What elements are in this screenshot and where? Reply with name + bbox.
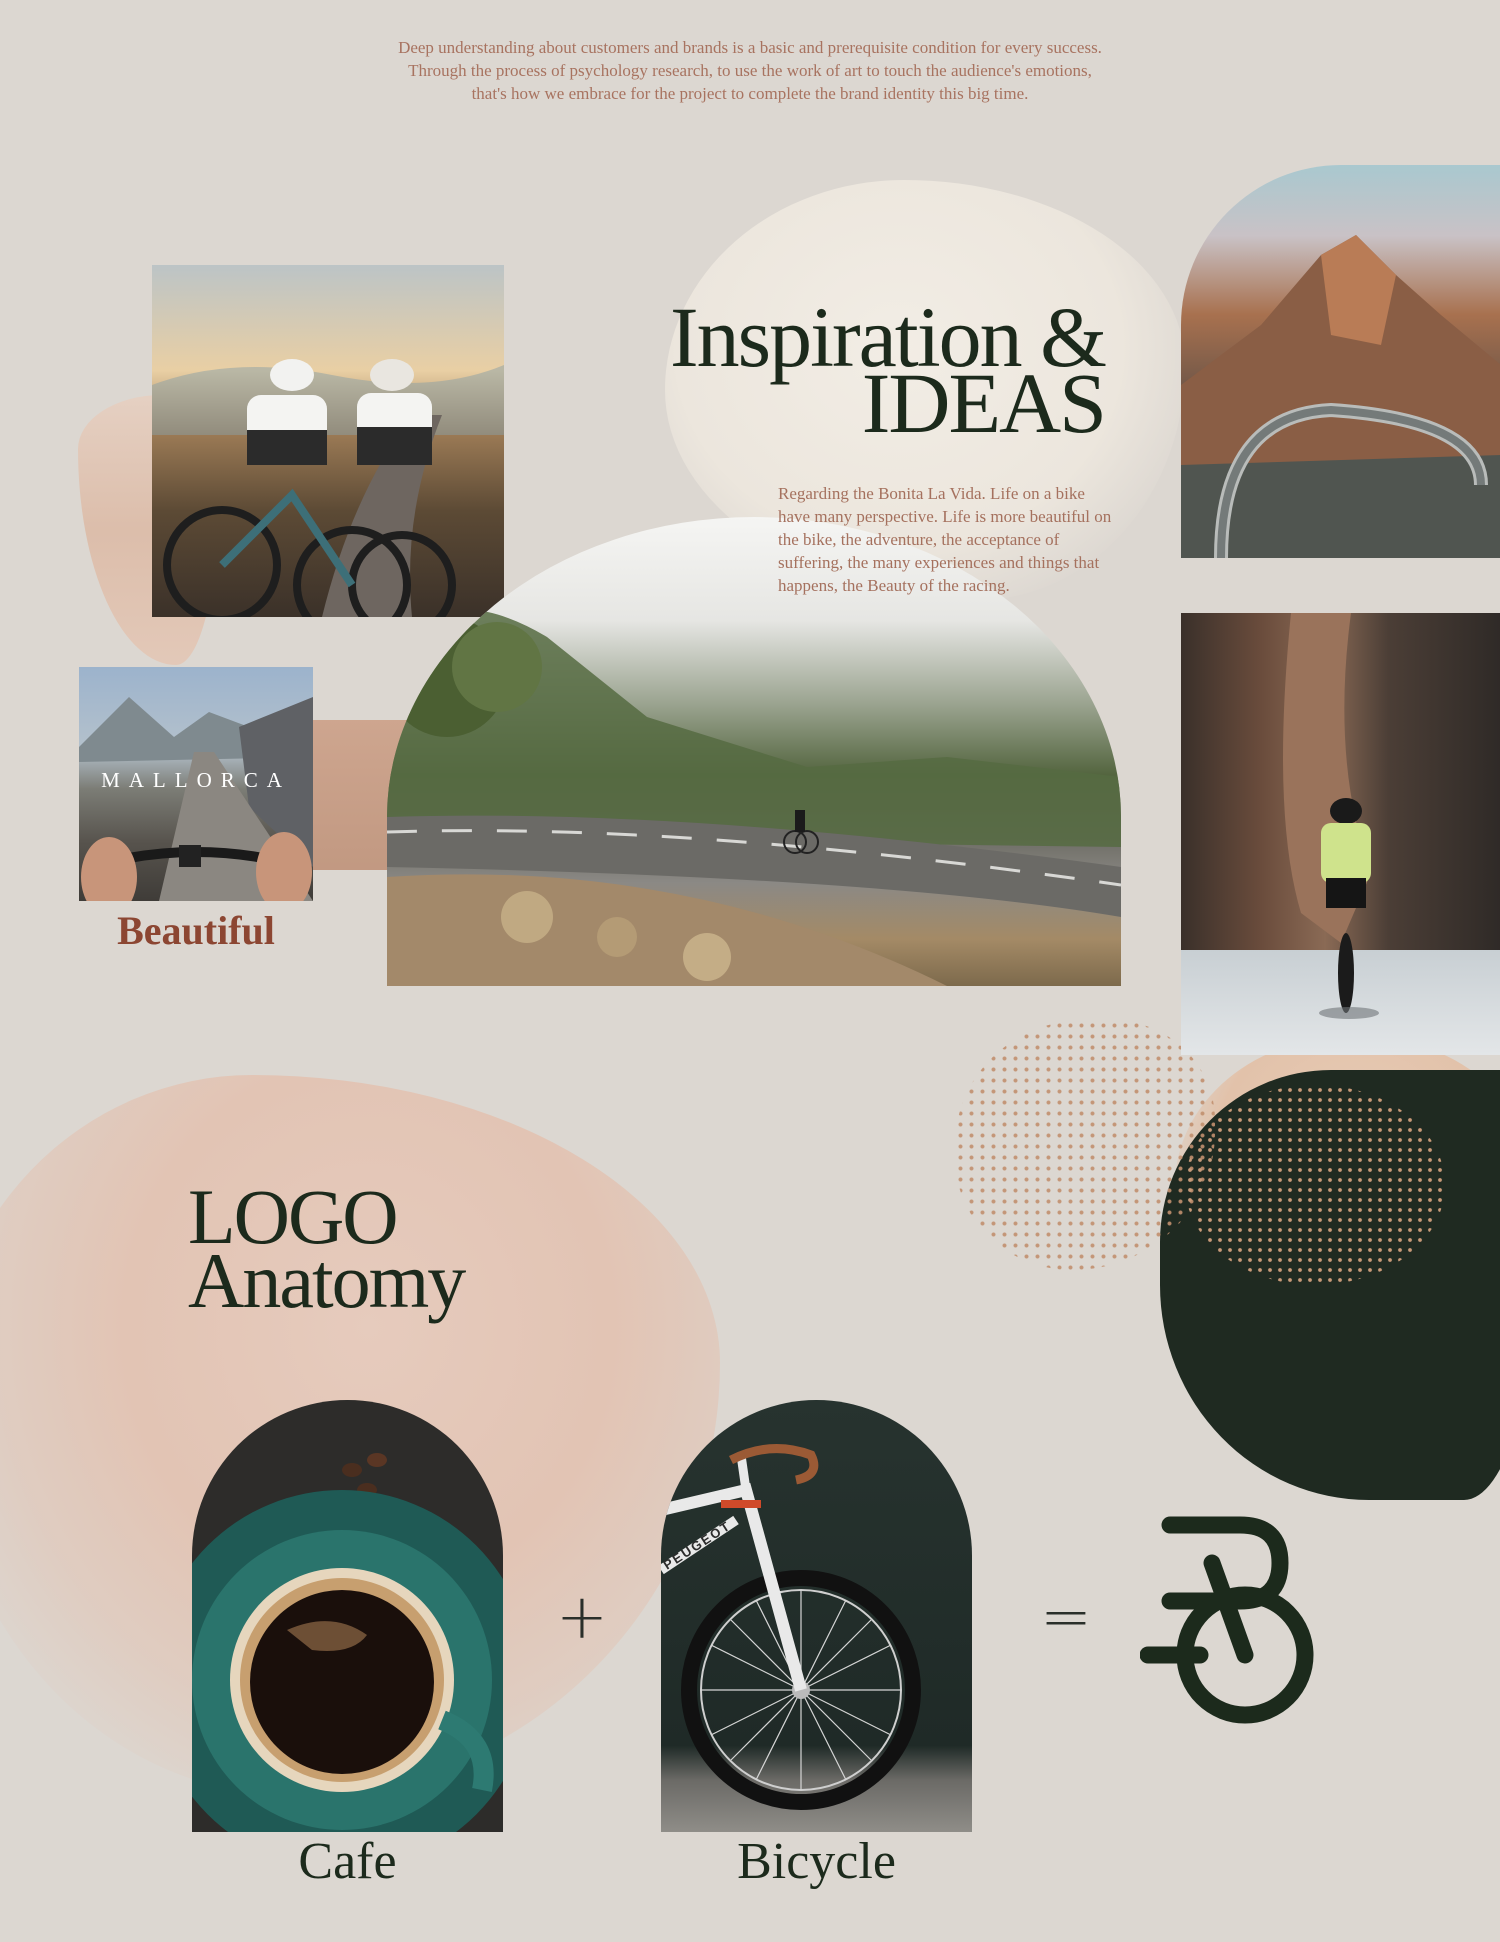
bicycle-illustration: PEUGEOT xyxy=(661,1444,921,1810)
photo-riders-sunset xyxy=(152,265,504,617)
copper-dots-on-green xyxy=(1185,1085,1445,1285)
intro-paragraph: Deep understanding about customers and b… xyxy=(250,36,1250,105)
logo-anatomy-title: LOGO Anatomy xyxy=(188,1178,638,1324)
photo-mountain-switchback xyxy=(1181,165,1500,558)
photo-canyon-rider xyxy=(1181,613,1500,1055)
cafe-caption: Cafe xyxy=(298,1833,397,1890)
mallorca-photo-label: MALLORCA xyxy=(101,768,291,792)
riders-illustration xyxy=(152,359,504,617)
photo-bicycle-arch: PEUGEOT xyxy=(661,1400,972,1832)
brand-logo-mark-icon xyxy=(1140,1516,1314,1724)
bicycle-caption: Bicycle xyxy=(737,1833,896,1890)
photo-cafe-arch xyxy=(192,1400,503,1832)
peugeot-frame-text: PEUGEOT xyxy=(661,1518,734,1573)
intro-line-2: Through the process of psychology resear… xyxy=(408,61,1092,80)
beautiful-caption: Beautiful xyxy=(117,908,275,953)
equals-symbol: = xyxy=(1040,1580,1092,1653)
mountain-illustration xyxy=(1181,235,1500,558)
logo-anatomy-title-line-2: Anatomy xyxy=(188,1237,466,1324)
inspiration-description: Regarding the Bonita La Vida. Life on a … xyxy=(778,484,1112,595)
plus-symbol: + xyxy=(556,1580,608,1653)
canyon-illustration xyxy=(1283,613,1379,1019)
inspiration-title: Inspiration & IDEAS xyxy=(560,294,1107,446)
intro-line-3: that's how we embrace for the project to… xyxy=(471,84,1029,103)
coffee-cup-illustration xyxy=(192,1453,503,1832)
intro-line-1: Deep understanding about customers and b… xyxy=(398,38,1102,57)
